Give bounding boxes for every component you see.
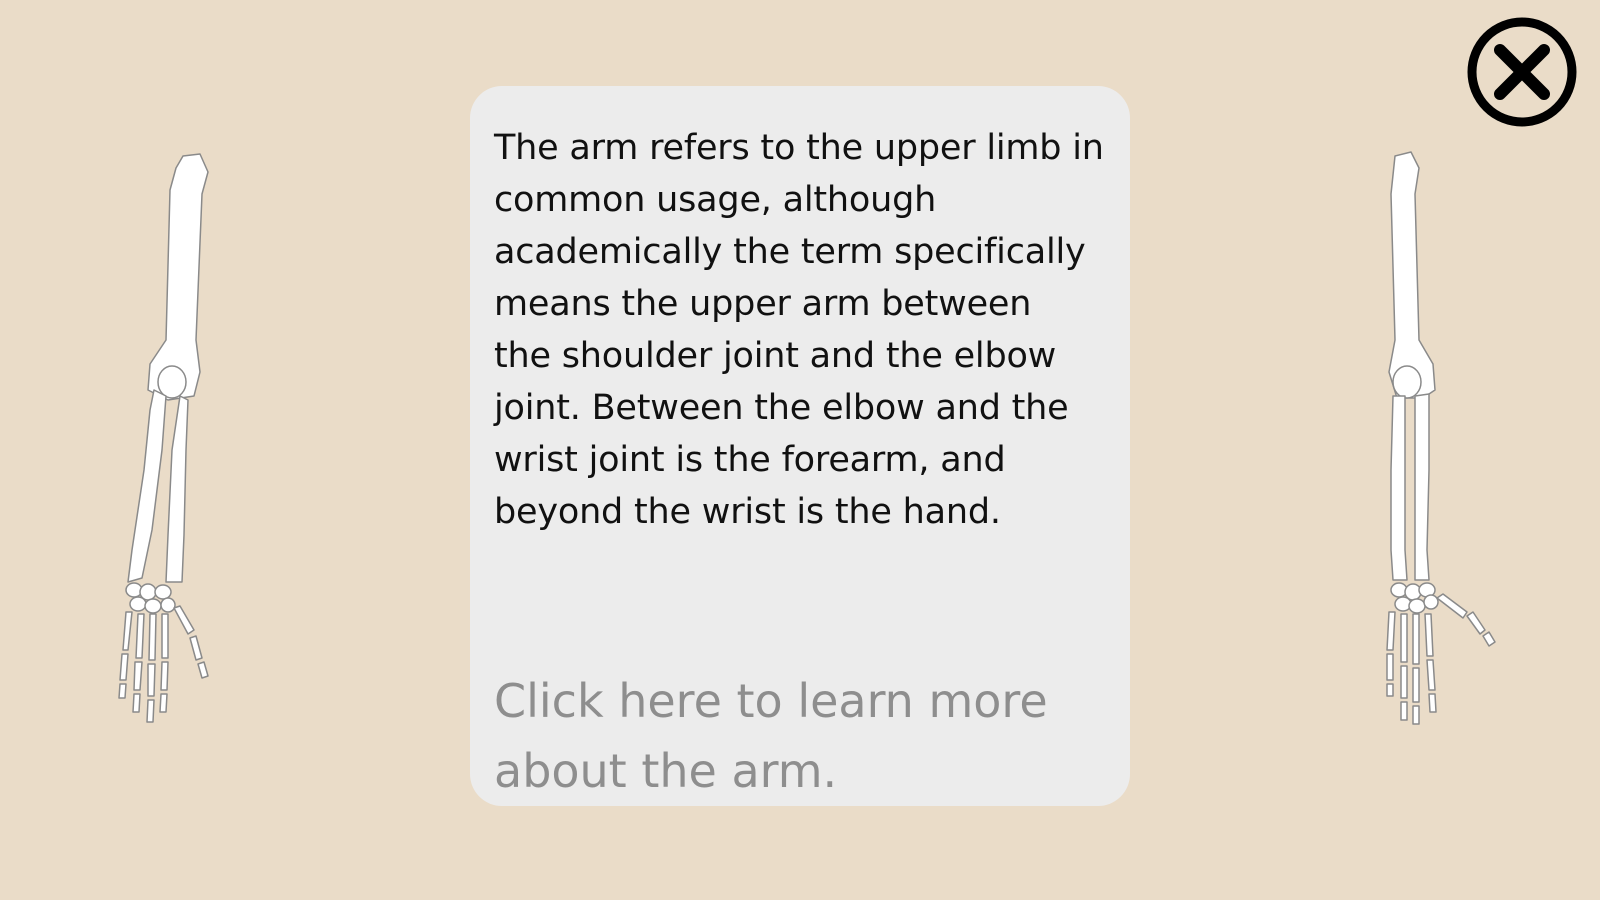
arm-description-text: The arm refers to the upper limb in comm… — [494, 128, 1104, 532]
close-icon — [1467, 17, 1577, 127]
arm-bones-left-illustration — [118, 153, 209, 723]
arm-bones-right-illustration — [1386, 151, 1496, 725]
arm-info-screen: The arm refers to the upper limb in comm… — [0, 0, 1600, 900]
close-button[interactable] — [1466, 16, 1578, 128]
info-card: The arm refers to the upper limb in comm… — [470, 86, 1130, 806]
learn-more-link[interactable]: Click here to learn more about the arm. — [494, 666, 1094, 806]
